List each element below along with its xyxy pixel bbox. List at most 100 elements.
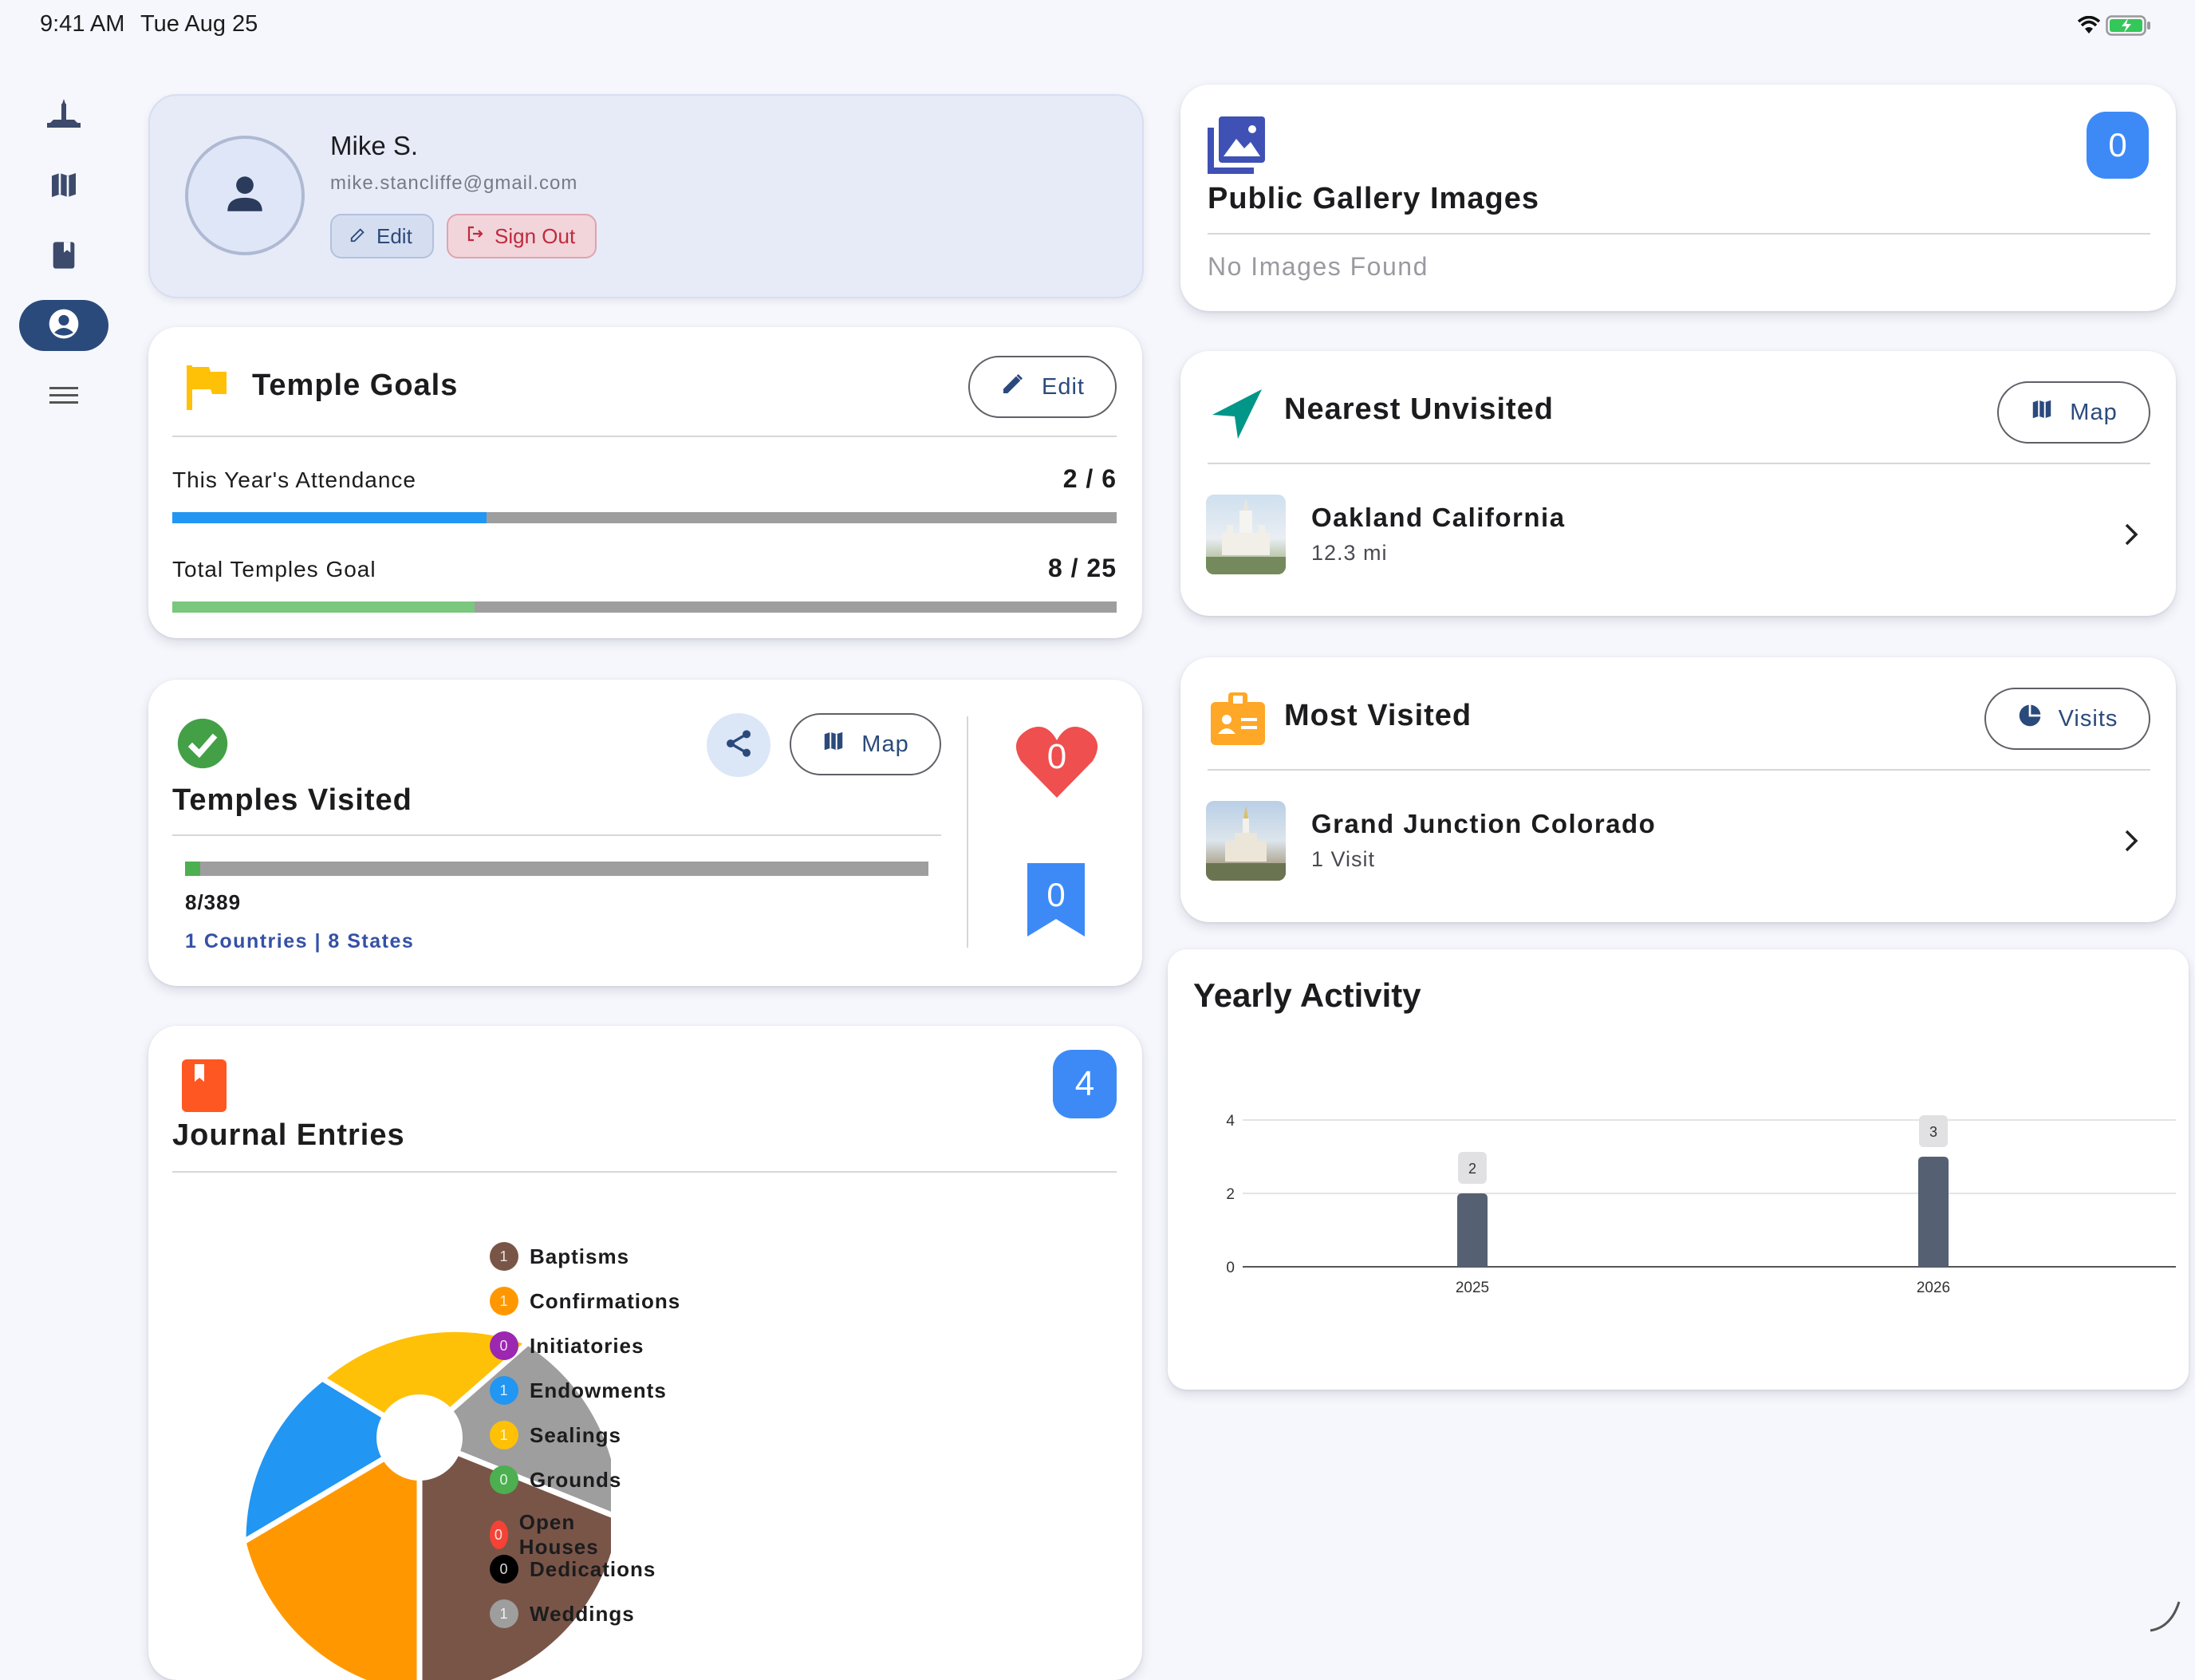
gallery-title: Public Gallery Images — [1208, 182, 1539, 215]
map-icon[interactable] — [41, 163, 86, 207]
legend-label: Endowments — [530, 1378, 667, 1402]
pencil-icon — [349, 224, 367, 249]
y-tick-label: 4 — [1226, 1113, 1235, 1130]
share-button[interactable] — [707, 713, 770, 777]
map-icon — [2030, 397, 2054, 428]
legend-item-open-houses: 0 Open Houses — [490, 1510, 609, 1560]
edit-profile-button[interactable]: Edit — [330, 214, 434, 258]
attendance-value: 2 / 6 — [1062, 464, 1117, 493]
pencil-icon — [1000, 371, 1026, 403]
edit-goals-button[interactable]: Edit — [968, 356, 1117, 418]
bar-2025 — [1457, 1193, 1488, 1267]
most-visited-item-title[interactable]: Grand Junction Colorado — [1311, 809, 1656, 839]
legend-item-baptisms: 1 Baptisms — [490, 1242, 629, 1271]
legend-count: 0 — [490, 1520, 508, 1549]
legend-count: 1 — [490, 1287, 518, 1315]
account-icon — [46, 306, 81, 345]
logout-icon — [466, 224, 485, 249]
total-goal-progress-fill — [172, 601, 475, 613]
gallery-icon — [1208, 116, 1265, 178]
visited-map-button[interactable]: Map — [790, 713, 941, 775]
legend-label: Initiatories — [530, 1333, 644, 1358]
wifi-icon — [2077, 15, 2101, 39]
chevron-right-icon[interactable] — [2122, 522, 2141, 551]
check-circle-icon — [175, 716, 230, 775]
gallery-count-badge: 0 — [2087, 112, 2149, 179]
bar-value-label: 2 — [1468, 1161, 1476, 1177]
nearest-title: Nearest Unvisited — [1284, 392, 1555, 426]
y-tick-label: 2 — [1226, 1186, 1235, 1203]
nearest-card: Nearest Unvisited Map Oakland California… — [1180, 351, 2176, 616]
legend-count: 0 — [490, 1555, 518, 1583]
avatar[interactable] — [185, 136, 305, 255]
yearly-activity-card: Yearly Activity 0 2 4 2 2025 3 2026 — [1168, 949, 2189, 1390]
share-icon — [723, 728, 755, 763]
legend-count: 1 — [490, 1376, 518, 1405]
visited-summary[interactable]: 1 Countries | 8 States — [185, 930, 414, 953]
nearest-map-label: Map — [2070, 399, 2118, 425]
status-date: Tue Aug 25 — [140, 11, 258, 37]
total-goal-progress — [172, 601, 1117, 613]
legend-label: Open Houses — [518, 1510, 599, 1559]
legend-item-endowments: 1 Endowments — [490, 1376, 667, 1405]
legend-count: 1 — [490, 1599, 518, 1628]
legend-label: Baptisms — [530, 1244, 630, 1268]
attendance-label: This Year's Attendance — [172, 467, 416, 492]
legend-item-grounds: 0 Grounds — [490, 1465, 621, 1494]
x-tick-label: 2026 — [1917, 1280, 1950, 1296]
legend-label: Confirmations — [530, 1288, 681, 1313]
visits-button[interactable]: Visits — [1984, 688, 2150, 750]
legend-count: 0 — [490, 1331, 518, 1360]
y-tick-label: 0 — [1226, 1260, 1235, 1276]
oakland-temple-thumbnail[interactable] — [1206, 495, 1286, 574]
bar-2026 — [1918, 1157, 1949, 1267]
journal-count-badge: 4 — [1053, 1050, 1117, 1118]
most-visited-card: Most Visited Visits Grand Junction Color… — [1180, 657, 2176, 922]
bar-value-label: 3 — [1929, 1124, 1937, 1140]
legend-item-dedications: 0 Dedications — [490, 1555, 656, 1583]
total-goal-value: 8 / 25 — [1047, 554, 1117, 582]
profile-card: Mike S. mike.stancliffe@gmail.com Edit S… — [148, 94, 1144, 298]
most-visited-item-sub: 1 Visit — [1311, 847, 1376, 871]
chevron-right-icon[interactable] — [2122, 828, 2141, 858]
menu-icon[interactable] — [41, 373, 86, 418]
journal-title: Journal Entries — [172, 1118, 405, 1152]
gallery-card: 0 Public Gallery Images No Images Found — [1180, 85, 2176, 311]
legend-label: Weddings — [530, 1601, 635, 1626]
favorites-heart[interactable]: 0 — [1015, 723, 1099, 799]
legend-label: Grounds — [530, 1467, 622, 1492]
book-icon[interactable] — [41, 233, 86, 278]
gallery-empty-text: No Images Found — [1208, 252, 1429, 281]
nearest-item-title[interactable]: Oakland California — [1311, 503, 1566, 533]
temple-goals-card: Temple Goals Edit This Year's Attendance… — [148, 327, 1142, 638]
sign-out-label: Sign Out — [495, 223, 576, 248]
id-badge-icon — [1211, 692, 1265, 751]
visited-progress-fill — [185, 862, 201, 876]
bookmarks-ribbon[interactable]: 0 — [1027, 863, 1085, 937]
bookmarks-count: 0 — [1046, 876, 1066, 913]
temples-visited-title: Temples Visited — [172, 783, 412, 817]
temple-goals-title: Temple Goals — [252, 369, 459, 402]
legend-item-weddings: 1 Weddings — [490, 1599, 635, 1628]
legend-item-confirmations: 1 Confirmations — [490, 1287, 680, 1315]
legend-item-initiatories: 0 Initiatories — [490, 1331, 644, 1360]
total-goal-label: Total Temples Goal — [172, 557, 376, 582]
edit-goals-label: Edit — [1042, 373, 1085, 400]
edit-profile-label: Edit — [376, 223, 412, 248]
sign-out-button[interactable]: Sign Out — [447, 214, 597, 258]
nearest-item-distance: 12.3 mi — [1311, 541, 1388, 565]
visited-progress — [185, 862, 928, 876]
nearest-map-button[interactable]: Map — [1997, 381, 2150, 444]
nav-account-active[interactable] — [19, 300, 108, 351]
visited-count: 8/389 — [185, 890, 242, 914]
pie-chart-icon — [2017, 703, 2043, 735]
visits-label: Visits — [2058, 705, 2118, 732]
journal-card: Journal Entries 4 1 Baptisms 1 Confirmation… — [148, 1026, 1142, 1680]
user-email: mike.stancliffe@gmail.com — [330, 172, 578, 194]
favorites-count: 0 — [1046, 737, 1067, 776]
pie-center-hole — [376, 1394, 463, 1481]
temple-icon[interactable] — [41, 93, 86, 137]
grand-junction-temple-thumbnail[interactable] — [1206, 801, 1286, 881]
x-tick-label: 2025 — [1456, 1280, 1489, 1296]
legend-count: 0 — [490, 1465, 518, 1494]
